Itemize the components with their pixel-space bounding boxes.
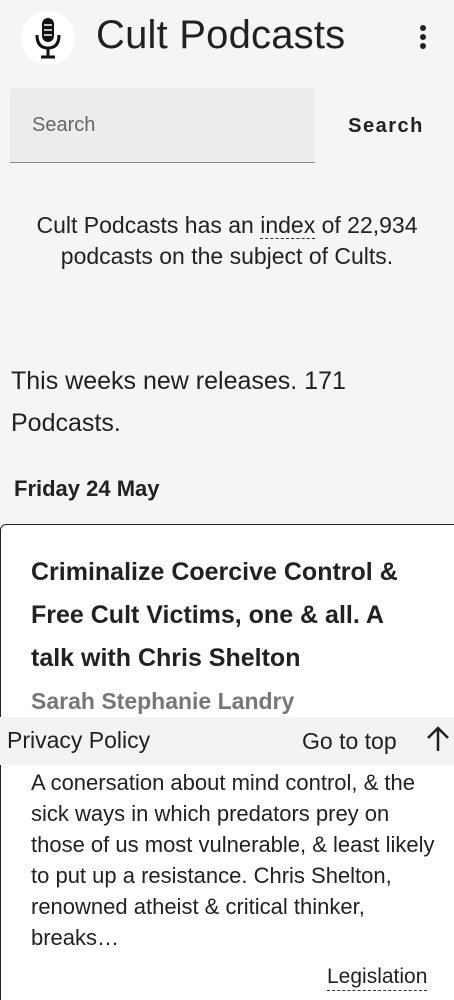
microphone-icon[interactable] xyxy=(21,11,75,65)
intro-text: Cult Podcasts has an index of 22,934 pod… xyxy=(30,210,424,272)
bottom-bar: Privacy Policy Go to top xyxy=(0,717,454,765)
search-field[interactable] xyxy=(10,88,315,163)
arrow-up-icon[interactable] xyxy=(424,725,452,755)
podcast-author: Sarah Stephanie Landry xyxy=(31,688,295,714)
weekly-releases-heading: This weeks new releases. 171 Podcasts. xyxy=(11,367,346,437)
app-bar: Cult Podcasts xyxy=(0,0,454,75)
privacy-policy-link[interactable]: Privacy Policy xyxy=(7,727,150,754)
podcast-description: A conersation about mind control, & the … xyxy=(31,770,435,950)
go-to-top-link[interactable]: Go to top xyxy=(302,728,397,755)
intro-prefix: Cult Podcasts has an xyxy=(36,212,261,238)
date-heading: Friday 24 May xyxy=(14,476,160,501)
category-tag[interactable]: Legislation xyxy=(327,965,428,991)
podcast-title[interactable]: Criminalize Coercive Control & Free Cult… xyxy=(31,551,431,680)
more-vert-icon[interactable] xyxy=(410,22,436,52)
search-input[interactable] xyxy=(10,88,315,162)
index-link[interactable]: index xyxy=(260,212,316,239)
app-title: Cult Podcasts xyxy=(96,13,346,57)
search-button[interactable]: Search xyxy=(336,108,436,144)
